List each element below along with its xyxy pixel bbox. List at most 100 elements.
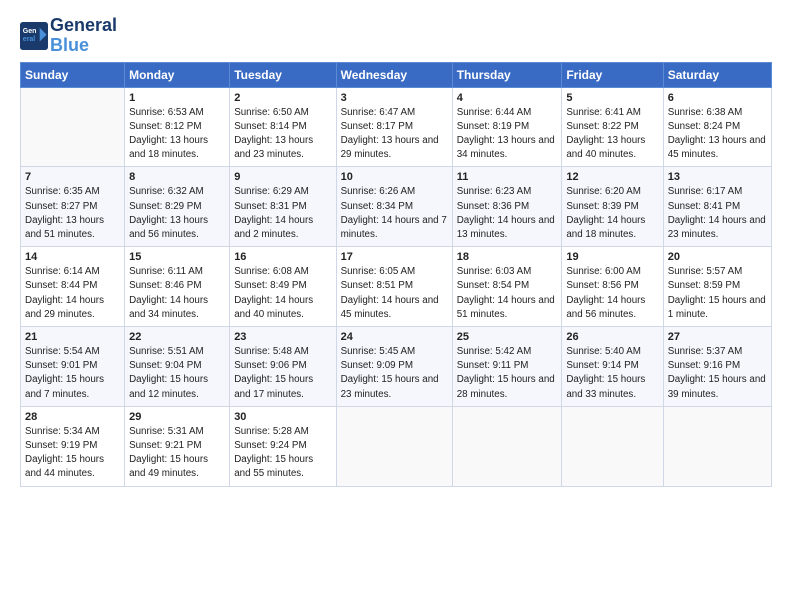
day-cell: 21 Sunrise: 5:54 AMSunset: 9:01 PMDayligh…: [21, 327, 125, 407]
col-header-saturday: Saturday: [663, 62, 771, 87]
day-number: 6: [668, 92, 767, 104]
col-header-friday: Friday: [562, 62, 663, 87]
day-detail: Sunrise: 6:23 AMSunset: 8:36 PMDaylight:…: [457, 185, 558, 242]
day-cell: 3 Sunrise: 6:47 AMSunset: 8:17 PMDaylight…: [336, 87, 452, 167]
day-cell: [452, 406, 562, 486]
day-cell: 16 Sunrise: 6:08 AMSunset: 8:49 PMDayligh…: [230, 247, 336, 327]
day-detail: Sunrise: 6:00 AMSunset: 8:56 PMDaylight:…: [566, 265, 658, 322]
day-number: 19: [566, 251, 658, 263]
day-detail: Sunrise: 6:14 AMSunset: 8:44 PMDaylight:…: [25, 265, 120, 322]
day-detail: Sunrise: 6:41 AMSunset: 8:22 PMDaylight:…: [566, 106, 658, 163]
day-number: 17: [341, 251, 448, 263]
day-cell: 2 Sunrise: 6:50 AMSunset: 8:14 PMDaylight…: [230, 87, 336, 167]
week-row-1: 1 Sunrise: 6:53 AMSunset: 8:12 PMDaylight…: [21, 87, 772, 167]
day-cell: 9Sunrise: 6:29 AMSunset: 8:31 PMDaylight…: [230, 167, 336, 247]
day-number: 24: [341, 331, 448, 343]
day-cell: 11 Sunrise: 6:23 AMSunset: 8:36 PMDayligh…: [452, 167, 562, 247]
calendar-table: SundayMondayTuesdayWednesdayThursdayFrid…: [20, 62, 772, 487]
day-number: 14: [25, 251, 120, 263]
day-number: 27: [668, 331, 767, 343]
day-cell: [336, 406, 452, 486]
col-header-thursday: Thursday: [452, 62, 562, 87]
day-cell: 6 Sunrise: 6:38 AMSunset: 8:24 PMDaylight…: [663, 87, 771, 167]
day-cell: 10 Sunrise: 6:26 AMSunset: 8:34 PMDayligh…: [336, 167, 452, 247]
day-cell: 18 Sunrise: 6:03 AMSunset: 8:54 PMDayligh…: [452, 247, 562, 327]
day-detail: Sunrise: 6:03 AMSunset: 8:54 PMDaylight:…: [457, 265, 558, 322]
day-number: 18: [457, 251, 558, 263]
day-cell: 29Sunrise: 5:31 AMSunset: 9:21 PMDayligh…: [125, 406, 230, 486]
day-detail: Sunrise: 6:05 AMSunset: 8:51 PMDaylight:…: [341, 265, 448, 322]
day-detail: Sunrise: 5:28 AMSunset: 9:24 PMDaylight:…: [234, 425, 331, 482]
day-detail: Sunrise: 6:50 AMSunset: 8:14 PMDaylight:…: [234, 106, 331, 163]
day-cell: 27Sunrise: 5:37 AMSunset: 9:16 PMDayligh…: [663, 327, 771, 407]
day-cell: [663, 406, 771, 486]
day-number: 5: [566, 92, 658, 104]
logo: Gen eral GeneralBlue: [20, 16, 117, 56]
col-header-sunday: Sunday: [21, 62, 125, 87]
day-detail: Sunrise: 5:48 AMSunset: 9:06 PMDaylight:…: [234, 345, 331, 402]
day-detail: Sunrise: 5:34 AMSunset: 9:19 PMDaylight:…: [25, 425, 120, 482]
day-number: 2: [234, 92, 331, 104]
day-detail: Sunrise: 6:20 AMSunset: 8:39 PMDaylight:…: [566, 185, 658, 242]
logo-icon: Gen eral: [20, 22, 48, 50]
day-number: 25: [457, 331, 558, 343]
day-detail: Sunrise: 5:54 AMSunset: 9:01 PMDaylight:…: [25, 345, 120, 402]
header-row: SundayMondayTuesdayWednesdayThursdayFrid…: [21, 62, 772, 87]
week-row-4: 21 Sunrise: 5:54 AMSunset: 9:01 PMDayligh…: [21, 327, 772, 407]
day-number: 3: [341, 92, 448, 104]
col-header-wednesday: Wednesday: [336, 62, 452, 87]
day-cell: 17 Sunrise: 6:05 AMSunset: 8:51 PMDayligh…: [336, 247, 452, 327]
day-number: 30: [234, 411, 331, 423]
day-cell: 26Sunrise: 5:40 AMSunset: 9:14 PMDayligh…: [562, 327, 663, 407]
day-number: 16: [234, 251, 331, 263]
day-number: 23: [234, 331, 331, 343]
day-number: 10: [341, 171, 448, 183]
day-cell: 15Sunrise: 6:11 AMSunset: 8:46 PMDayligh…: [125, 247, 230, 327]
svg-text:eral: eral: [23, 36, 36, 43]
day-cell: 30 Sunrise: 5:28 AMSunset: 9:24 PMDayligh…: [230, 406, 336, 486]
day-cell: 20 Sunrise: 5:57 AMSunset: 8:59 PMDayligh…: [663, 247, 771, 327]
col-header-tuesday: Tuesday: [230, 62, 336, 87]
day-detail: Sunrise: 6:53 AMSunset: 8:12 PMDaylight:…: [129, 106, 225, 163]
day-detail: Sunrise: 5:31 AMSunset: 9:21 PMDaylight:…: [129, 425, 225, 482]
day-number: 21: [25, 331, 120, 343]
day-number: 4: [457, 92, 558, 104]
day-number: 26: [566, 331, 658, 343]
day-cell: 19 Sunrise: 6:00 AMSunset: 8:56 PMDayligh…: [562, 247, 663, 327]
day-cell: 5 Sunrise: 6:41 AMSunset: 8:22 PMDaylight…: [562, 87, 663, 167]
day-number: 7: [25, 171, 120, 183]
day-number: 8: [129, 171, 225, 183]
day-cell: 14 Sunrise: 6:14 AMSunset: 8:44 PMDayligh…: [21, 247, 125, 327]
day-detail: Sunrise: 6:38 AMSunset: 8:24 PMDaylight:…: [668, 106, 767, 163]
page: Gen eral GeneralBlue SundayMondayTuesday…: [0, 0, 792, 612]
week-row-5: 28 Sunrise: 5:34 AMSunset: 9:19 PMDayligh…: [21, 406, 772, 486]
week-row-2: 7 Sunrise: 6:35 AMSunset: 8:27 PMDaylight…: [21, 167, 772, 247]
day-detail: Sunrise: 6:44 AMSunset: 8:19 PMDaylight:…: [457, 106, 558, 163]
day-number: 9: [234, 171, 331, 183]
day-cell: 24 Sunrise: 5:45 AMSunset: 9:09 PMDayligh…: [336, 327, 452, 407]
day-cell: 23 Sunrise: 5:48 AMSunset: 9:06 PMDayligh…: [230, 327, 336, 407]
day-number: 1: [129, 92, 225, 104]
day-number: 22: [129, 331, 225, 343]
day-detail: Sunrise: 6:47 AMSunset: 8:17 PMDaylight:…: [341, 106, 448, 163]
day-detail: Sunrise: 5:45 AMSunset: 9:09 PMDaylight:…: [341, 345, 448, 402]
col-header-monday: Monday: [125, 62, 230, 87]
day-number: 20: [668, 251, 767, 263]
day-number: 12: [566, 171, 658, 183]
day-detail: Sunrise: 6:26 AMSunset: 8:34 PMDaylight:…: [341, 185, 448, 242]
day-detail: Sunrise: 6:08 AMSunset: 8:49 PMDaylight:…: [234, 265, 331, 322]
day-number: 15: [129, 251, 225, 263]
day-cell: 12 Sunrise: 6:20 AMSunset: 8:39 PMDayligh…: [562, 167, 663, 247]
day-detail: Sunrise: 5:57 AMSunset: 8:59 PMDaylight:…: [668, 265, 767, 322]
day-detail: Sunrise: 6:32 AMSunset: 8:29 PMDaylight:…: [129, 185, 225, 242]
day-detail: Sunrise: 6:35 AMSunset: 8:27 PMDaylight:…: [25, 185, 120, 242]
day-cell: 25 Sunrise: 5:42 AMSunset: 9:11 PMDayligh…: [452, 327, 562, 407]
svg-text:Gen: Gen: [23, 28, 37, 35]
day-number: 28: [25, 411, 120, 423]
day-cell: [21, 87, 125, 167]
day-cell: 22Sunrise: 5:51 AMSunset: 9:04 PMDayligh…: [125, 327, 230, 407]
day-detail: Sunrise: 5:42 AMSunset: 9:11 PMDaylight:…: [457, 345, 558, 402]
day-number: 11: [457, 171, 558, 183]
day-cell: 7 Sunrise: 6:35 AMSunset: 8:27 PMDaylight…: [21, 167, 125, 247]
day-cell: [562, 406, 663, 486]
